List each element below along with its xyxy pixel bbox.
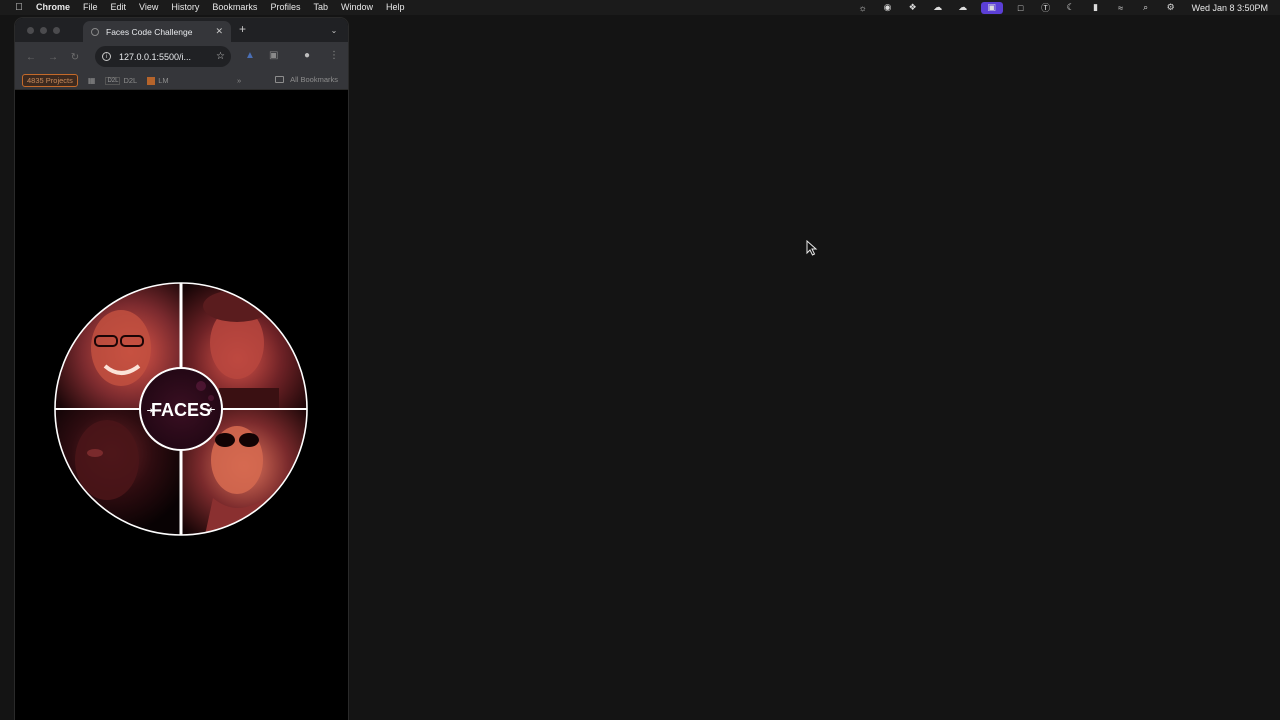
- mouse-cursor-icon: [806, 240, 818, 256]
- logo-left-arrow-icon: ➜: [147, 406, 154, 415]
- bookmarks-bar: 4835 Projects ▦ D2L D2L LM » All Bookmar…: [15, 72, 348, 90]
- all-bookmarks-button[interactable]: All Bookmarks: [275, 75, 338, 84]
- faces-logo-text: FACES: [151, 400, 211, 420]
- menu-help[interactable]: Help: [386, 0, 405, 15]
- menu-view[interactable]: View: [139, 0, 158, 15]
- face-top-right-hair: [203, 290, 271, 322]
- tab-title: Faces Code Challenge: [106, 26, 193, 37]
- site-info-icon[interactable]: i: [102, 52, 111, 61]
- faces-graphic: FACES ➜ ➜: [54, 282, 308, 536]
- apple-menu-icon[interactable]: : [12, 2, 26, 13]
- wifi-icon[interactable]: ≈: [1114, 2, 1128, 14]
- page-viewport: FACES ➜ ➜: [15, 98, 348, 720]
- minimize-window-button[interactable]: [40, 26, 47, 34]
- face-top-right-shirt: [219, 388, 279, 410]
- bookmark-star-icon[interactable]: ☆: [216, 51, 225, 62]
- apps-grid-icon: ▦: [87, 76, 96, 85]
- menu-tab[interactable]: Tab: [313, 0, 328, 15]
- all-bookmarks-label: All Bookmarks: [290, 75, 338, 84]
- bookmark-projects[interactable]: 4835 Projects: [22, 74, 78, 87]
- back-button[interactable]: ←: [23, 52, 39, 63]
- menu-app-name[interactable]: Chrome: [36, 0, 70, 15]
- tab-close-icon[interactable]: ✕: [215, 26, 223, 37]
- center-badge-dot: [196, 381, 206, 391]
- bookmark-apps[interactable]: ▦: [88, 76, 96, 85]
- extensions-puzzle-icon[interactable]: ▣: [269, 50, 278, 61]
- browser-window: Faces Code Challenge ✕ + ⌄ ← → ↻ i 127.0…: [15, 18, 348, 720]
- menu-window[interactable]: Window: [341, 0, 373, 15]
- browser-toolbar: ← → ↻ i 127.0.0.1:5500/i... ☆ ▲ ▣ ● ⋮: [15, 42, 348, 72]
- tab-favicon-icon: [91, 27, 99, 36]
- close-window-button[interactable]: [27, 26, 34, 34]
- menu-history[interactable]: History: [171, 0, 199, 15]
- extension-drive-icon[interactable]: ▲: [245, 50, 255, 61]
- zoom-window-button[interactable]: [53, 26, 60, 34]
- menu-clock[interactable]: Wed Jan 8 3:50PM: [1192, 3, 1268, 13]
- focus-moon-icon[interactable]: ☾: [1064, 2, 1078, 14]
- d2l-icon: D2L: [105, 76, 121, 85]
- cloud-sync-icon[interactable]: ☁: [931, 2, 945, 14]
- status-area: ☼ ◉ ❖ ☁ ☁ ▣ □ Ⓣ ☾ ▮ ≈ ⌕ ⚙ Wed Jan 8 3:50…: [845, 0, 1268, 15]
- control-center-icon[interactable]: ⚙: [1164, 2, 1178, 14]
- window-controls: [27, 26, 66, 34]
- menu-bar:  Chrome File Edit View History Bookmark…: [0, 0, 1280, 15]
- bookmark-lm[interactable]: LM: [147, 76, 169, 85]
- tab-strip: Faces Code Challenge ✕ + ⌄: [15, 18, 348, 42]
- folder-icon: [275, 76, 285, 83]
- tab-search-chevron-icon[interactable]: ⌄: [326, 23, 342, 37]
- forward-button[interactable]: →: [45, 52, 61, 63]
- bookmark-d2l-label: D2L: [123, 76, 138, 85]
- menu-file[interactable]: File: [83, 0, 98, 15]
- sunglasses-left-icon: [215, 433, 235, 447]
- browser-menu-icon[interactable]: ⋮: [329, 50, 339, 61]
- reload-button[interactable]: ↻: [67, 52, 83, 63]
- face-bottom-left-highlight: [87, 449, 103, 457]
- address-url[interactable]: 127.0.0.1:5500/i...: [119, 52, 216, 62]
- creative-cloud-icon[interactable]: ◉: [881, 2, 895, 14]
- password-manager-icon[interactable]: Ⓣ: [1039, 2, 1053, 14]
- tab-faces-code-challenge[interactable]: Faces Code Challenge ✕: [83, 21, 231, 42]
- search-icon[interactable]: ⌕: [1139, 2, 1153, 14]
- menu-profiles[interactable]: Profiles: [270, 0, 300, 15]
- lm-icon: [147, 76, 156, 85]
- bookmarks-overflow-button[interactable]: »: [237, 76, 241, 85]
- menu-bookmarks[interactable]: Bookmarks: [212, 0, 257, 15]
- battery-icon[interactable]: ▮: [1089, 2, 1103, 14]
- bookmark-lm-label: LM: [158, 76, 169, 85]
- sunglasses-right-icon: [239, 433, 259, 447]
- brightness-icon[interactable]: ☼: [856, 2, 870, 14]
- new-tab-button[interactable]: +: [239, 22, 246, 36]
- dropbox-icon[interactable]: ❖: [906, 2, 920, 14]
- window-icon[interactable]: □: [1014, 2, 1028, 14]
- face-bottom-left-head: [75, 420, 139, 500]
- profile-avatar-icon[interactable]: ●: [304, 50, 310, 61]
- bookmark-d2l[interactable]: D2L D2L: [105, 76, 137, 85]
- cloud-sync-2-icon[interactable]: ☁: [956, 2, 970, 14]
- screen-mirror-icon[interactable]: ▣: [980, 1, 1003, 14]
- address-bar[interactable]: i 127.0.0.1:5500/i... ☆: [95, 46, 231, 67]
- logo-right-arrow-icon: ➜: [208, 405, 215, 414]
- menu-edit[interactable]: Edit: [111, 0, 127, 15]
